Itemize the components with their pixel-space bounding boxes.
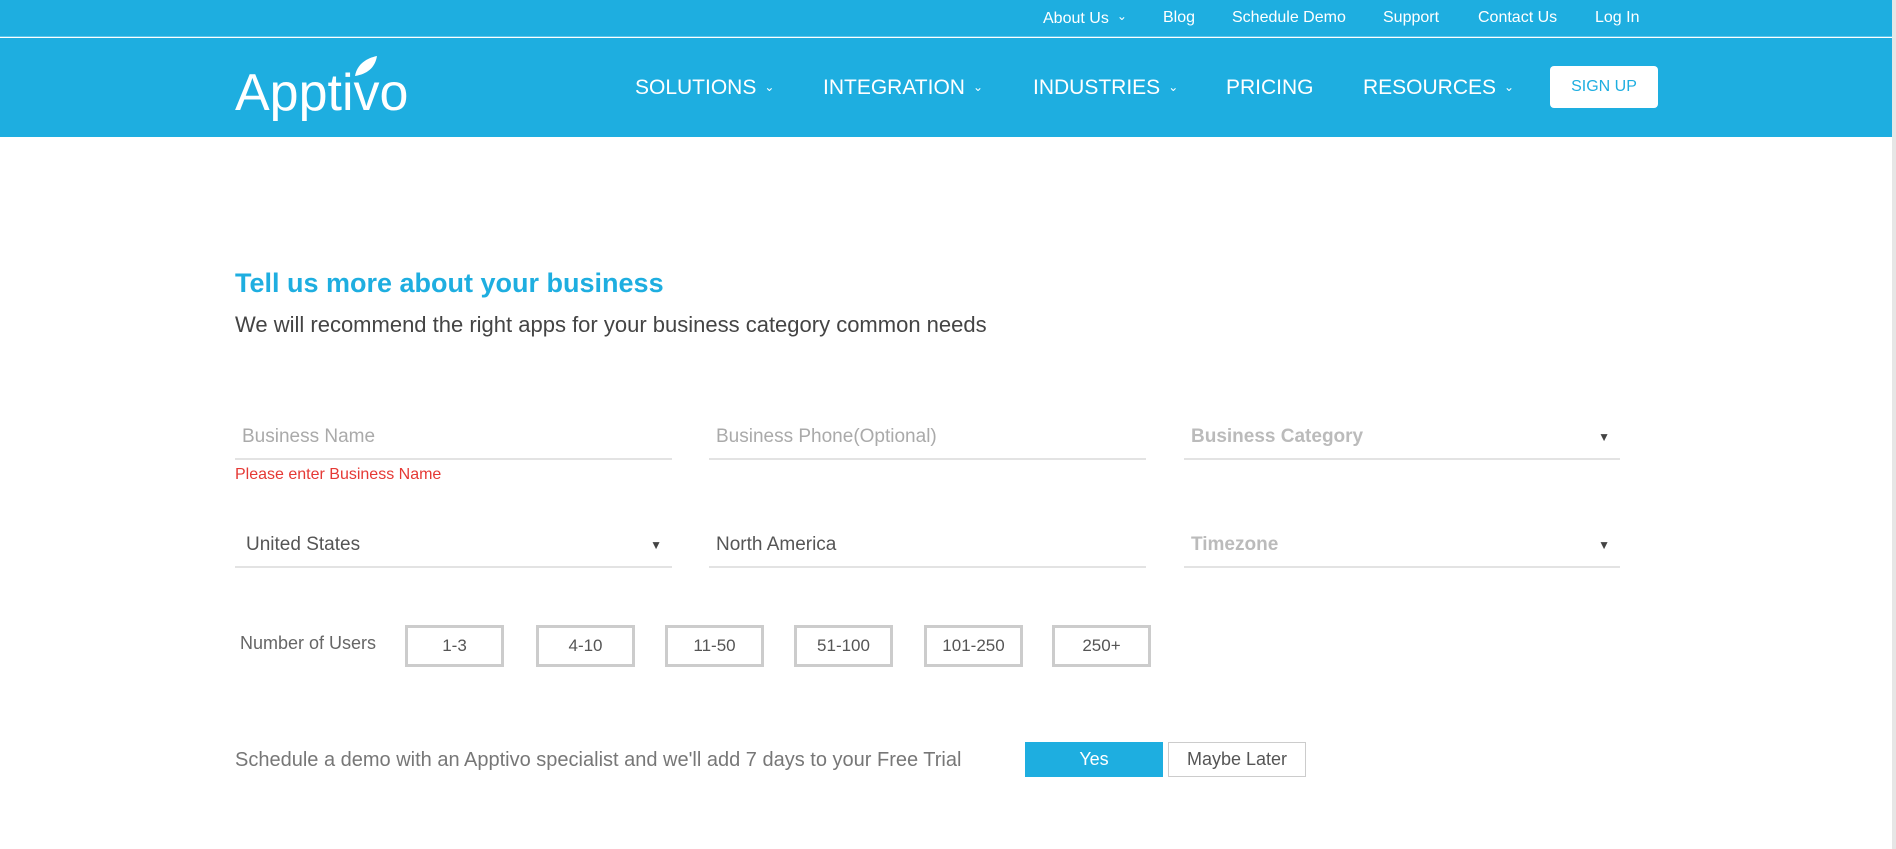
top-link-blog[interactable]: Blog bbox=[1163, 9, 1195, 27]
users-option-101-250[interactable]: 101-250 bbox=[924, 625, 1023, 667]
input-value: North America bbox=[716, 534, 837, 555]
yes-button[interactable]: Yes bbox=[1025, 742, 1163, 777]
region-input[interactable]: North America bbox=[709, 524, 1146, 568]
maybe-later-button[interactable]: Maybe Later bbox=[1168, 742, 1306, 777]
about-us-label: About Us bbox=[1043, 10, 1109, 27]
page-title: Tell us more about your business bbox=[235, 268, 664, 298]
nav-label: INDUSTRIES bbox=[1033, 76, 1161, 99]
nav-industries[interactable]: INDUSTRIES ⌄ bbox=[1033, 76, 1178, 100]
selected-value: United States bbox=[246, 534, 361, 555]
sign-up-button[interactable]: SIGN UP bbox=[1550, 66, 1658, 108]
chevron-down-icon: ⌄ bbox=[972, 80, 984, 94]
chevron-down-icon: ⌄ bbox=[1168, 80, 1179, 94]
dropdown-arrow-icon: ▼ bbox=[1598, 538, 1610, 552]
timezone-select[interactable]: Timezone ▼ bbox=[1184, 524, 1620, 568]
nav-solutions[interactable]: SOLUTIONS ⌄ bbox=[635, 76, 774, 100]
nav-label: INTEGRATION bbox=[823, 76, 965, 99]
top-link-log-in[interactable]: Log In bbox=[1595, 9, 1639, 27]
business-phone-input[interactable]: Business Phone(Optional) bbox=[709, 416, 1146, 460]
chevron-down-icon: ⌄ bbox=[1504, 80, 1515, 94]
nav-resources[interactable]: RESOURCES ⌄ bbox=[1363, 76, 1514, 100]
nav-label: SOLUTIONS bbox=[635, 76, 757, 99]
top-link-about-us[interactable]: About Us ⌄ bbox=[1043, 9, 1127, 28]
placeholder: Business Name bbox=[242, 426, 376, 447]
chevron-down-icon: ⌄ bbox=[764, 80, 775, 94]
users-option-1-3[interactable]: 1-3 bbox=[405, 625, 504, 667]
apptivo-logo[interactable]: Apptivo bbox=[235, 52, 445, 122]
country-select[interactable]: United States ▼ bbox=[235, 524, 672, 568]
nav-pricing[interactable]: PRICING bbox=[1226, 76, 1314, 100]
nav-label: RESOURCES bbox=[1363, 76, 1497, 99]
users-option-250-plus[interactable]: 250+ bbox=[1052, 625, 1151, 667]
top-link-support[interactable]: Support bbox=[1383, 9, 1439, 27]
top-link-schedule-demo[interactable]: Schedule Demo bbox=[1232, 9, 1346, 27]
business-name-error: Please enter Business Name bbox=[235, 466, 442, 483]
nav-integration[interactable]: INTEGRATION ⌄ bbox=[823, 76, 983, 100]
dropdown-arrow-icon: ▼ bbox=[1598, 430, 1610, 444]
number-of-users-label: Number of Users bbox=[240, 633, 377, 653]
users-option-4-10[interactable]: 4-10 bbox=[536, 625, 635, 667]
business-category-select[interactable]: Business Category ▼ bbox=[1184, 416, 1620, 460]
dropdown-arrow-icon: ▼ bbox=[650, 538, 662, 552]
svg-text:Apptivo: Apptivo bbox=[235, 64, 408, 122]
placeholder: Business Phone(Optional) bbox=[716, 426, 937, 447]
users-option-11-50[interactable]: 11-50 bbox=[665, 625, 764, 667]
business-name-input[interactable]: Business Name bbox=[235, 416, 672, 460]
placeholder: Timezone bbox=[1191, 534, 1279, 555]
top-bar: About Us ⌄ Blog Schedule Demo Support Con… bbox=[0, 0, 1892, 37]
page-subtitle: We will recommend the right apps for you… bbox=[235, 312, 987, 337]
top-link-contact-us[interactable]: Contact Us bbox=[1478, 9, 1557, 27]
placeholder: Business Category bbox=[1191, 426, 1364, 447]
users-option-51-100[interactable]: 51-100 bbox=[794, 625, 893, 667]
chevron-down-icon: ⌄ bbox=[1116, 9, 1127, 23]
schedule-demo-text: Schedule a demo with an Apptivo speciali… bbox=[235, 749, 962, 771]
scrollbar[interactable] bbox=[1892, 0, 1896, 849]
main-nav: Apptivo SOLUTIONS ⌄ INTEGRATION ⌄ INDUSTRI… bbox=[0, 38, 1892, 137]
